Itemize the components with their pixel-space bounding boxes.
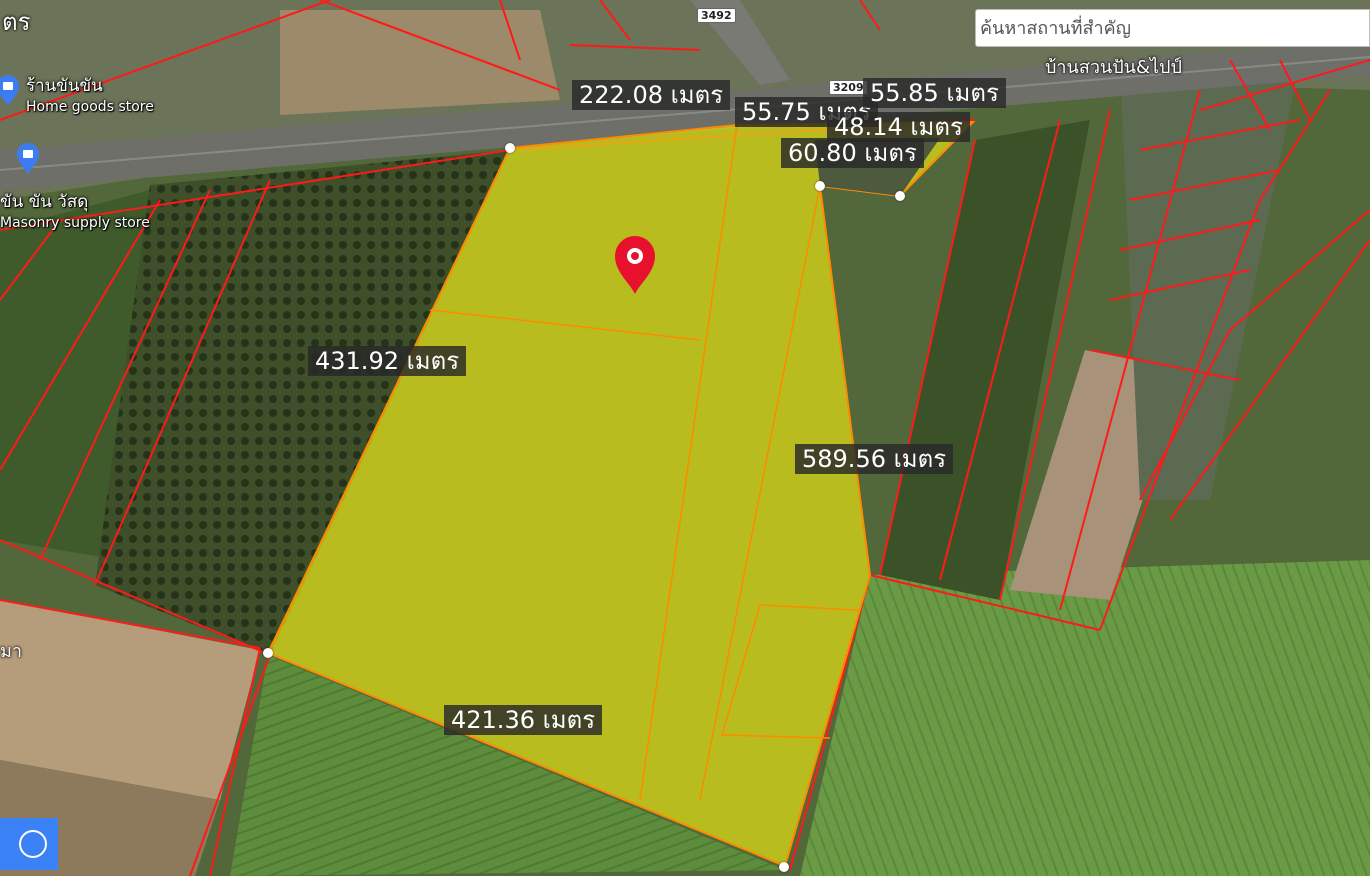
satellite-map[interactable]: [0, 0, 1370, 876]
cane-field-right: [800, 560, 1370, 876]
vertex-handle[interactable]: [815, 181, 825, 191]
vertex-handle[interactable]: [895, 191, 905, 201]
measurement-label: 421.36 เมตร: [444, 705, 603, 735]
circle-draw-icon: [18, 830, 47, 858]
poi-label[interactable]: ร้านขันขัน Home goods store: [26, 72, 154, 115]
poi-name: ขัน ขัน วัสดุ: [0, 192, 89, 212]
map-text-left: มา: [0, 641, 22, 662]
area-label: บ้านสวนปัน&ไปป์: [1045, 57, 1182, 78]
measurement-label: 431.92 เมตร: [308, 346, 467, 376]
bare-field-top: [280, 10, 560, 115]
poi-category: Home goods store: [26, 99, 154, 115]
measurement-label: 589.56 เมตร: [795, 444, 954, 474]
poi-label[interactable]: ขัน ขัน วัสดุ Masonry supply store: [0, 188, 150, 231]
poi-name: ร้านขันขัน: [26, 76, 103, 96]
map-text-corner: ตร: [2, 8, 31, 36]
poi-category: Masonry supply store: [0, 215, 150, 231]
vertex-handle[interactable]: [505, 143, 515, 153]
measurement-label: 60.80 เมตร: [781, 138, 924, 168]
measurement-label: 55.85 เมตร: [863, 78, 1006, 108]
route-shield: 3492: [697, 8, 736, 23]
search-input[interactable]: [975, 9, 1370, 47]
measurement-label: 222.08 เมตร: [572, 80, 731, 110]
route-shield: 3209: [829, 80, 868, 95]
circle-tool-button[interactable]: [7, 818, 58, 870]
vertex-handle[interactable]: [263, 648, 273, 658]
vertex-handle[interactable]: [779, 862, 789, 872]
